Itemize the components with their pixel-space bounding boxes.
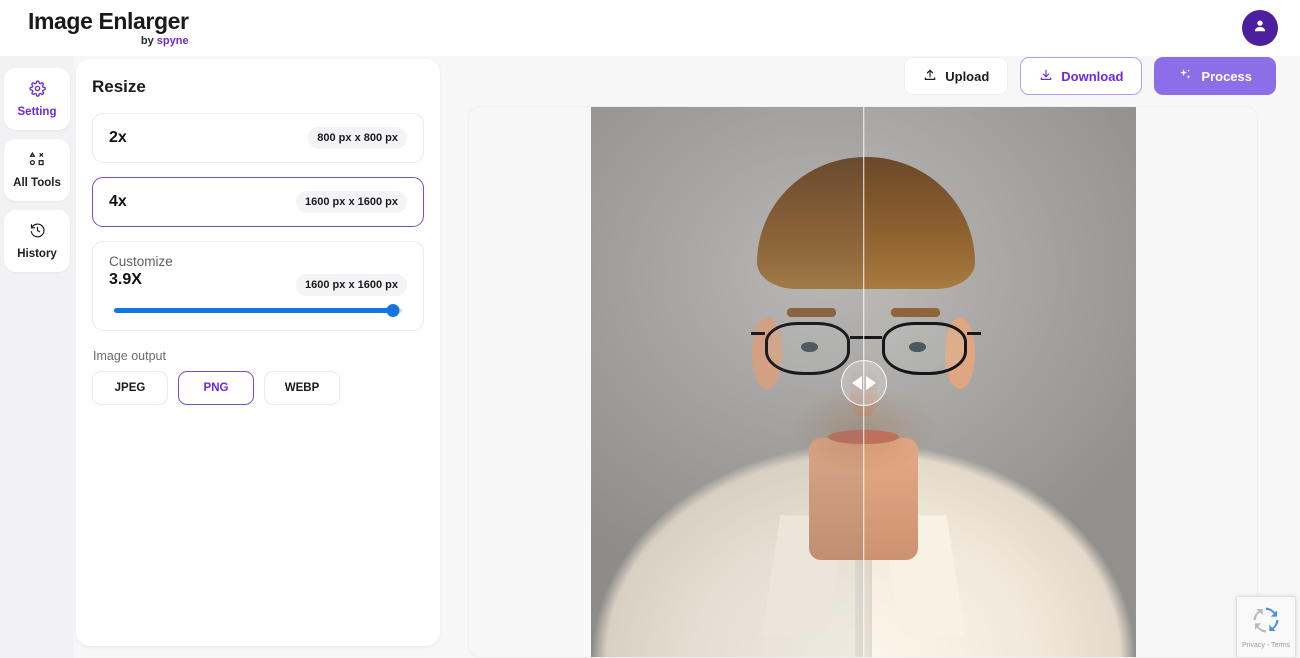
- process-button[interactable]: Process: [1154, 57, 1276, 95]
- scale-option-4x-label: 4x: [109, 193, 127, 210]
- scale-option-2x-label: 2x: [109, 129, 127, 146]
- recaptcha-icon: [1251, 605, 1281, 640]
- customize-slider-fill: [114, 308, 394, 313]
- resize-settings-panel: Resize 2x 800 px x 800 px 4x 1600 px x 1…: [76, 59, 440, 646]
- sidebar-item-setting-label: Setting: [17, 106, 57, 118]
- sidebar-item-all-tools-label: All Tools: [13, 177, 61, 189]
- arrow-right-icon: [865, 376, 876, 390]
- shapes-grid-icon: [28, 151, 47, 173]
- download-button-label: Download: [1061, 68, 1124, 84]
- top-bar: Image Enlarger by spyne: [0, 0, 1300, 56]
- glasses-bridge-enlarged: [863, 335, 883, 340]
- gear-icon: [28, 80, 46, 102]
- sparkle-icon: [1178, 67, 1193, 85]
- history-clock-icon: [29, 222, 46, 244]
- scale-option-4x-dimensions: 1600 px x 1600 px: [296, 191, 407, 213]
- app-subtitle-brand: spyne: [156, 35, 189, 47]
- app-title: Image Enlarger: [28, 8, 189, 34]
- sidebar-item-all-tools[interactable]: All Tools: [4, 139, 70, 201]
- enlarged-image: [863, 107, 1136, 657]
- user-avatar-icon: [1251, 17, 1269, 40]
- format-option-jpeg[interactable]: JPEG: [92, 371, 168, 405]
- eyebrow-left: [787, 308, 837, 318]
- sidebar-item-history-label: History: [17, 248, 57, 260]
- eyebrow-right-enlarged: [890, 308, 940, 318]
- upload-button-label: Upload: [945, 68, 990, 84]
- compare-image-viewer[interactable]: [591, 107, 1136, 657]
- glasses-temple-left: [751, 331, 766, 335]
- customize-title: Customize: [109, 254, 173, 269]
- lens-left: [765, 322, 851, 375]
- image-output-options: JPEG PNG WEBP: [92, 371, 424, 405]
- customize-slider-thumb[interactable]: [386, 304, 400, 317]
- customize-dimensions: 1600 px x 1600 px: [296, 274, 407, 296]
- customize-scale-card: Customize 3.9X 1600 px x 1600 px: [92, 241, 424, 331]
- scale-option-2x[interactable]: 2x 800 px x 800 px: [92, 113, 424, 163]
- image-output-label: Image output: [93, 349, 166, 363]
- sidebar-item-history[interactable]: History: [4, 210, 70, 272]
- lens-right-enlarged: [882, 322, 968, 375]
- download-button[interactable]: Download: [1020, 57, 1143, 95]
- customize-slider[interactable]: [114, 304, 402, 317]
- scale-option-4x[interactable]: 4x 1600 px x 1600 px: [92, 177, 424, 227]
- glasses-temple-right-enlarged: [967, 331, 982, 335]
- app-subtitle: by spyne: [28, 35, 189, 48]
- app-subtitle-by: by: [140, 35, 157, 47]
- format-option-png[interactable]: PNG: [178, 371, 254, 405]
- left-rail: Setting All Tools History: [0, 56, 74, 658]
- upload-icon: [923, 68, 937, 85]
- recaptcha-legal-text: Privacy - Terms: [1241, 642, 1291, 649]
- canvas-toolbar: Upload Download Process: [904, 57, 1276, 95]
- image-canvas: [468, 106, 1258, 658]
- user-avatar-button[interactable]: [1242, 10, 1278, 46]
- arrow-left-icon: [851, 376, 862, 390]
- sidebar-item-setting[interactable]: Setting: [4, 68, 70, 130]
- compare-slider-handle-icon[interactable]: [840, 360, 887, 406]
- scale-option-2x-dimensions: 800 px x 800 px: [308, 127, 407, 149]
- upload-button[interactable]: Upload: [904, 57, 1009, 95]
- format-option-webp[interactable]: WEBP: [264, 371, 340, 405]
- page-title: Resize: [92, 77, 146, 96]
- recaptcha-badge[interactable]: Privacy - Terms: [1236, 596, 1296, 658]
- app-logo: Image Enlarger by spyne: [28, 8, 189, 48]
- process-button-label: Process: [1201, 68, 1252, 84]
- download-icon: [1039, 68, 1053, 85]
